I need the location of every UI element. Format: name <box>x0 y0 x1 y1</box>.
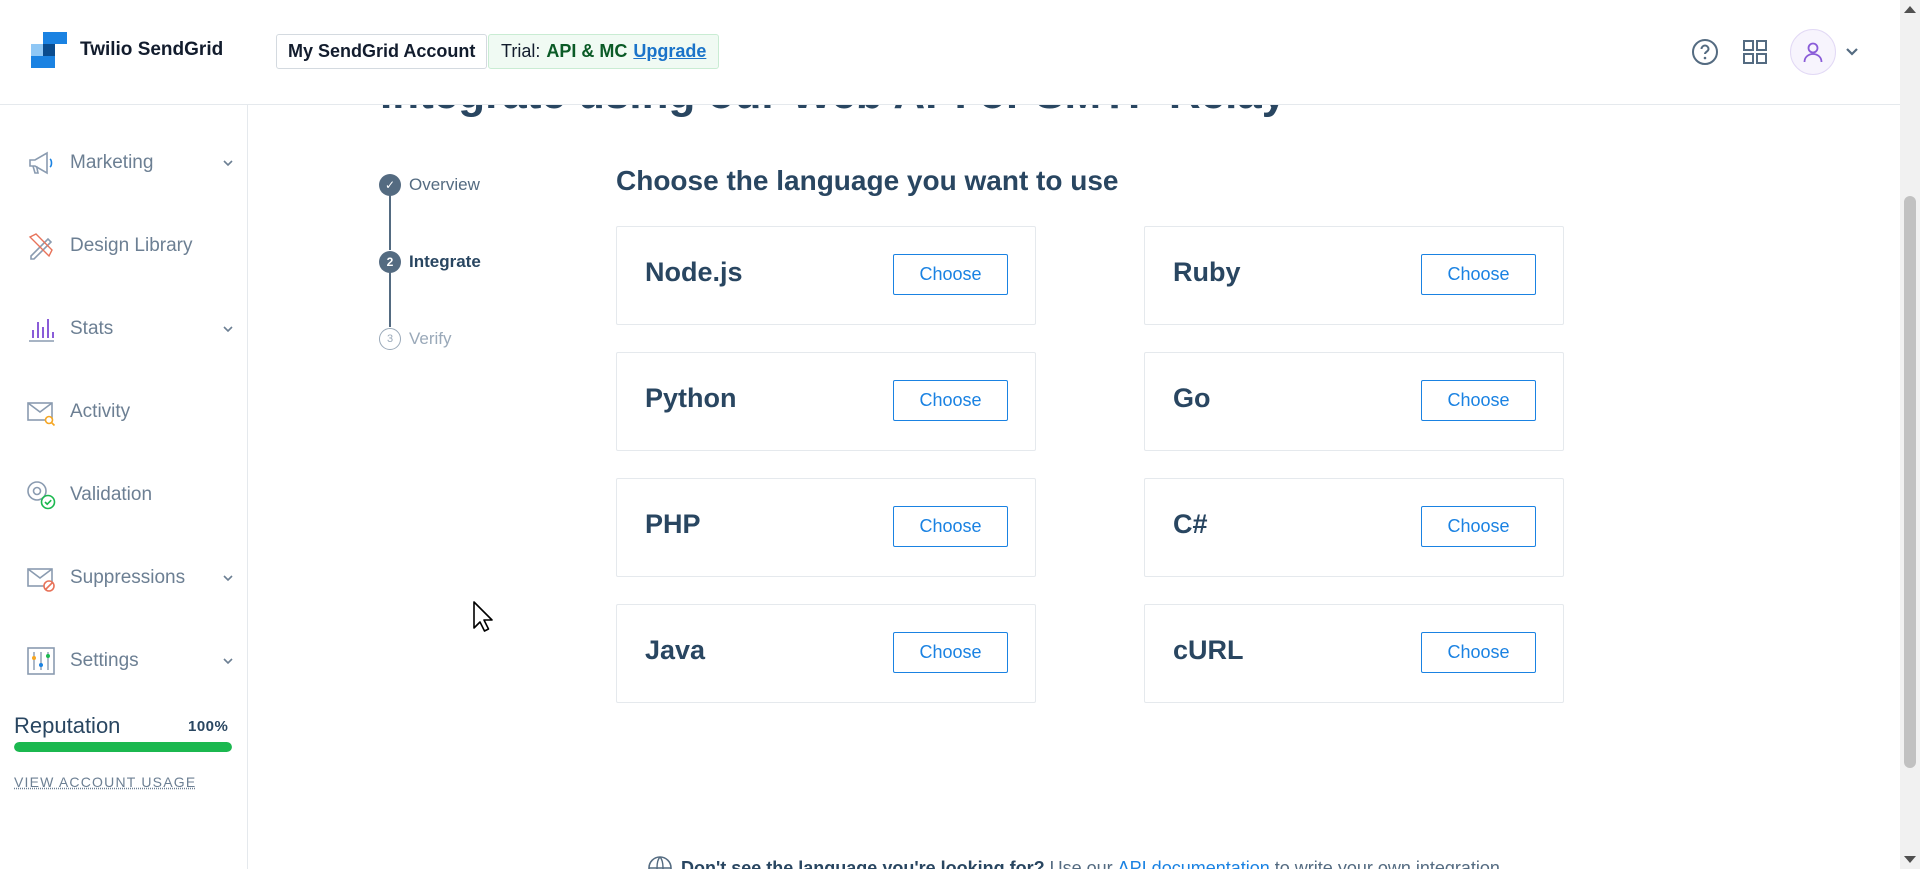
language-name: Go <box>1173 383 1211 413</box>
language-name: Node.js <box>645 257 743 287</box>
choose-python-button[interactable]: Choose <box>893 380 1008 421</box>
step-overview[interactable]: ✓ Overview <box>379 173 579 197</box>
sidebar-item-activity[interactable]: Activity <box>0 382 247 442</box>
sendgrid-logo-icon <box>31 32 67 68</box>
globe-icon <box>648 856 672 869</box>
sidebar-item-label: Activity <box>70 401 131 422</box>
reputation-progress-bar <box>14 742 232 752</box>
chevron-down-icon <box>223 658 233 665</box>
language-card-java: Java Choose <box>616 604 1036 703</box>
api-documentation-link[interactable]: API documentation <box>1118 858 1270 869</box>
app-grid-icon[interactable] <box>1737 34 1773 70</box>
language-name: Ruby <box>1173 257 1241 287</box>
trial-status-badge: Trial: API & MC Upgrade <box>488 34 720 69</box>
main-content: Integrate using our Web API or SMTP Rela… <box>249 105 1900 869</box>
sidebar-item-suppressions[interactable]: Suppressions <box>0 548 247 608</box>
megaphone-icon <box>29 151 53 175</box>
help-icon[interactable] <box>1687 34 1723 70</box>
upgrade-link[interactable]: Upgrade <box>633 41 706 62</box>
language-card-csharp: C# Choose <box>1144 478 1564 577</box>
note-bold-text: Don't see the language you're looking fo… <box>681 857 1045 869</box>
note-text: to write your own integration. <box>1274 857 1505 869</box>
language-name: PHP <box>645 509 701 539</box>
step-number: 3 <box>379 328 401 350</box>
language-card-curl: cURL Choose <box>1144 604 1564 703</box>
language-name: Python <box>645 383 737 413</box>
mouse-cursor-icon <box>473 601 493 632</box>
step-verify: 3 Verify <box>379 327 579 351</box>
sidebar-item-label: Stats <box>70 318 114 339</box>
mail-search-icon <box>27 402 56 427</box>
step-label: Overview <box>409 175 480 194</box>
step-label: Verify <box>409 329 452 348</box>
brand-name: Twilio SendGrid <box>80 39 224 60</box>
page-title: Integrate using our Web API or SMTP Rela… <box>380 105 1286 119</box>
language-card-ruby: Ruby Choose <box>1144 226 1564 325</box>
note-text: Use our <box>1049 857 1113 869</box>
user-avatar-icon[interactable] <box>1790 29 1836 75</box>
brand-logo[interactable]: Twilio SendGrid <box>31 32 223 68</box>
language-card-go: Go Choose <box>1144 352 1564 451</box>
chevron-down-icon <box>223 575 233 582</box>
top-header: Twilio SendGrid My SendGrid Account Tria… <box>0 0 1900 105</box>
language-card-python: Python Choose <box>616 352 1036 451</box>
checkmark-icon: ✓ <box>379 174 401 196</box>
chevron-down-icon <box>223 160 233 167</box>
scroll-thumb[interactable] <box>1904 196 1916 768</box>
sidebar-item-settings[interactable]: Settings <box>0 631 247 691</box>
sidebar-item-label: Settings <box>70 650 139 671</box>
sidebar-item-marketing[interactable]: Marketing <box>0 133 247 193</box>
design-tools-icon <box>28 233 53 260</box>
bar-chart-icon <box>29 319 54 342</box>
trial-plan: API & MC <box>546 41 628 61</box>
page-scrollbar[interactable] <box>1900 0 1920 869</box>
choose-php-button[interactable]: Choose <box>893 506 1008 547</box>
reputation-progress-fill <box>14 742 232 752</box>
chevron-down-icon <box>223 326 233 333</box>
mail-blocked-icon <box>27 568 55 592</box>
stepper-connector <box>389 272 391 327</box>
account-switcher-button[interactable]: My SendGrid Account <box>276 34 488 69</box>
sidebar-item-validation[interactable]: Validation <box>0 465 247 525</box>
sidebar-item-label: Marketing <box>70 152 154 173</box>
stepper-connector <box>389 195 391 250</box>
sidebar-item-label: Suppressions <box>70 567 186 588</box>
sidebar-item-label: Validation <box>70 484 153 505</box>
view-account-usage-link[interactable]: VIEW ACCOUNT USAGE <box>14 774 196 790</box>
sidebar-item-design-library[interactable]: Design Library <box>0 216 247 276</box>
trial-prefix: Trial: <box>501 41 541 61</box>
language-name: Java <box>645 635 706 665</box>
choose-java-button[interactable]: Choose <box>893 632 1008 673</box>
language-card-php: PHP Choose <box>616 478 1036 577</box>
choose-language-heading: Choose the language you want to use <box>616 165 1119 196</box>
sidebar-item-label: Design Library <box>70 235 193 256</box>
sidebar-nav: Marketing Design Library Stats Activity … <box>0 105 248 869</box>
choose-nodejs-button[interactable]: Choose <box>893 254 1008 295</box>
choose-ruby-button[interactable]: Choose <box>1421 254 1536 295</box>
step-integrate[interactable]: 2 Integrate <box>379 250 579 274</box>
reputation-label: Reputation <box>14 713 121 738</box>
choose-go-button[interactable]: Choose <box>1421 380 1536 421</box>
at-check-icon <box>27 481 56 510</box>
choose-csharp-button[interactable]: Choose <box>1421 506 1536 547</box>
language-card-nodejs: Node.js Choose <box>616 226 1036 325</box>
language-name: C# <box>1173 509 1208 539</box>
choose-curl-button[interactable]: Choose <box>1421 632 1536 673</box>
scroll-up-icon[interactable] <box>1904 6 1916 13</box>
sliders-icon <box>27 647 55 675</box>
scroll-down-icon[interactable] <box>1904 856 1916 863</box>
step-label: Integrate <box>409 252 481 271</box>
chevron-down-icon[interactable] <box>1842 34 1862 70</box>
reputation-value: 100% <box>188 718 229 735</box>
sidebar-item-stats[interactable]: Stats <box>0 299 247 359</box>
language-name: cURL <box>1173 635 1244 665</box>
missing-language-note: Don't see the language you're looking fo… <box>647 855 1505 869</box>
step-number: 2 <box>379 251 401 273</box>
